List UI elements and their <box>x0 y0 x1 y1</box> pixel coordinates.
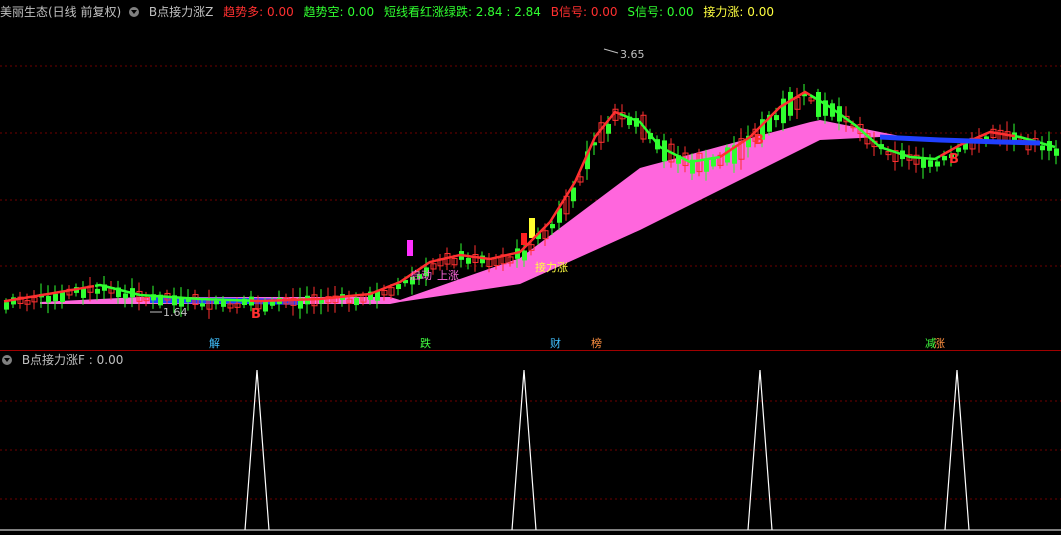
signal-spike <box>244 369 270 531</box>
candle <box>46 295 51 303</box>
high-pointer <box>603 48 619 54</box>
candle <box>774 115 779 121</box>
panel-divider[interactable] <box>0 350 1061 351</box>
start-label: 启动 <box>410 269 432 282</box>
event-tag[interactable]: 解 <box>208 338 221 350</box>
candle <box>935 161 940 167</box>
signal-spike <box>747 369 773 531</box>
candle <box>354 297 359 306</box>
candle <box>928 160 933 167</box>
candle <box>123 293 128 299</box>
candle <box>571 187 576 202</box>
indicator-menu-icon[interactable] <box>2 355 12 365</box>
signal-spike <box>944 369 970 531</box>
candle <box>53 293 58 302</box>
candle <box>466 257 471 264</box>
price-chart[interactable]: 3.65 1.64 启动 上涨 接力涨 B B B <box>0 0 1061 352</box>
sub-header: B点接力涨F : 0.00 <box>0 352 129 368</box>
signal-bar <box>407 240 413 256</box>
rise-label: 上涨 <box>437 269 459 282</box>
candle <box>550 224 555 229</box>
event-tag[interactable]: 跌 <box>419 338 432 350</box>
candle <box>396 284 401 290</box>
low-price-label: 1.64 <box>163 306 188 319</box>
candle <box>221 301 226 307</box>
candle <box>1040 145 1045 151</box>
candle <box>522 250 527 261</box>
ma-band <box>40 120 900 304</box>
relay-label: 接力涨 <box>535 261 568 274</box>
candle <box>816 91 821 117</box>
b-mark: B <box>949 152 959 167</box>
sub-indicator-label: B点接力涨F : 0.00 <box>21 353 124 367</box>
candle <box>214 300 219 305</box>
event-tag[interactable]: 榜 <box>590 338 603 350</box>
candle <box>781 98 786 124</box>
b-mark: B <box>754 133 764 148</box>
candle <box>921 158 926 168</box>
candle <box>95 288 100 294</box>
candle <box>200 303 205 307</box>
candle <box>942 155 947 161</box>
candle <box>606 123 611 134</box>
candle <box>4 302 9 310</box>
signal-bar <box>521 233 527 245</box>
b-mark: B <box>251 307 261 322</box>
event-tag[interactable]: 涨 <box>933 338 946 350</box>
candle <box>788 91 793 116</box>
candle <box>1054 148 1059 156</box>
high-price-label: 3.65 <box>620 48 645 61</box>
candle <box>319 299 324 304</box>
event-tag[interactable]: 财 <box>549 338 562 350</box>
candle <box>263 301 268 312</box>
signal-bar <box>529 218 535 238</box>
signal-spike <box>511 369 537 531</box>
